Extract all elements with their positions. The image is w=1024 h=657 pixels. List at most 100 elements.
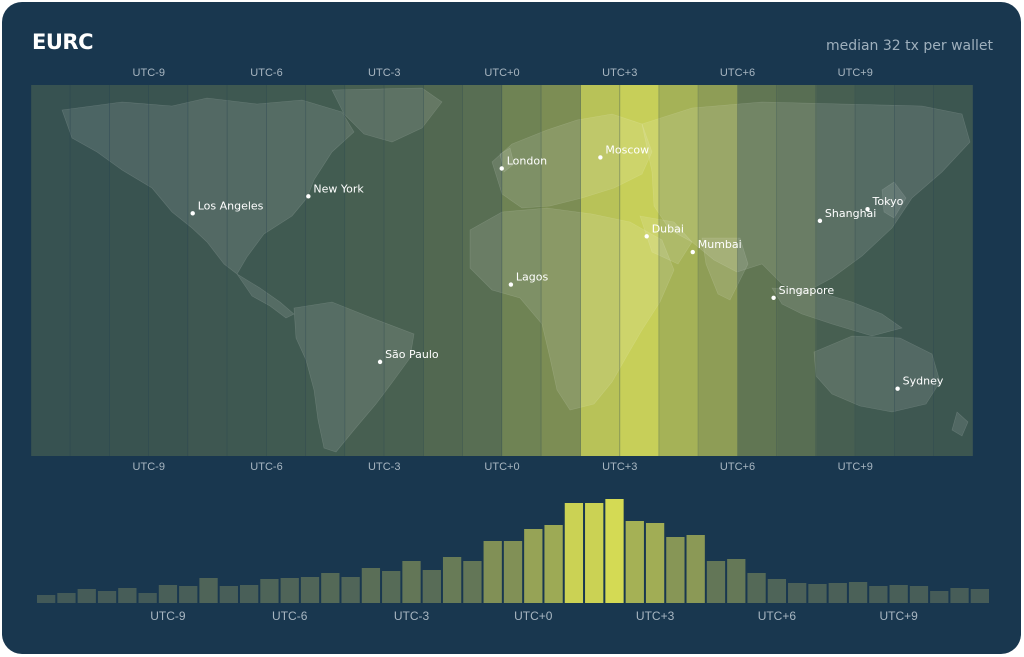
hour-bar <box>605 499 624 603</box>
city-label: Los Angeles <box>198 199 264 212</box>
city-label: Moscow <box>605 143 649 156</box>
hour-bar <box>909 586 929 603</box>
city-label: Tokyo <box>872 195 904 208</box>
hour-bar <box>341 577 360 603</box>
hour-bar <box>463 561 482 603</box>
hour-bar <box>483 541 502 603</box>
hour-bar <box>828 583 847 603</box>
hour-bar <box>767 579 787 603</box>
hour-bar <box>706 561 726 603</box>
hourly-bars <box>37 499 989 603</box>
hour-bar <box>77 589 96 603</box>
hour-bar <box>97 591 117 603</box>
map-bottom-tick-label: UTC-9 <box>133 461 165 473</box>
timezone-band <box>423 85 464 456</box>
bar-tick-label: UTC-3 <box>394 609 430 623</box>
hour-bar <box>950 588 969 603</box>
hour-bar <box>239 585 259 603</box>
map-top-tick-label: UTC+6 <box>720 67 755 79</box>
hour-bar <box>788 583 807 603</box>
map-top-tick-label: UTC-3 <box>368 67 400 79</box>
city-dot <box>865 207 870 212</box>
map-bottom-tick-label: UTC-6 <box>250 461 282 473</box>
hour-bar <box>727 559 746 603</box>
map-bottom-tick-label: UTC+0 <box>484 461 519 473</box>
hour-bar <box>585 503 604 603</box>
hour-bar <box>158 585 178 603</box>
hour-bar <box>544 525 563 603</box>
hour-bar <box>930 591 949 603</box>
city-label: London <box>507 154 547 167</box>
hour-bar <box>442 557 462 603</box>
bar-tick-label: UTC+3 <box>636 609 675 623</box>
hour-bar <box>280 578 299 603</box>
bar-tick-label: UTC+6 <box>758 609 797 623</box>
map-bottom-tick-label: UTC+3 <box>602 461 637 473</box>
bar-tick-label: UTC-6 <box>272 609 308 623</box>
hour-bar <box>118 588 137 603</box>
city-label: Dubai <box>652 222 684 235</box>
city-dot <box>644 234 649 239</box>
city-label: New York <box>313 182 364 195</box>
timezone-band <box>31 85 71 456</box>
city-dot <box>377 359 383 365</box>
city-dot <box>598 155 603 160</box>
bar-axis: UTC-9 UTC-6 UTC-3 UTC+0 UTC+3 UTC+6 UTC+9 <box>150 609 918 623</box>
map-top-tick-label: UTC-9 <box>133 67 165 79</box>
world-map: Los Angeles New York São Paulo London Lagos M… <box>31 85 973 456</box>
map-bottom-tick-label: UTC+6 <box>720 461 755 473</box>
bar-tick-label: UTC-9 <box>150 609 186 623</box>
hour-bar <box>37 595 56 603</box>
timezone-chart: UTC-9 UTC-6 UTC-3 UTC+0 UTC+3 UTC+6 UTC+9 <box>31 67 989 623</box>
hour-bar <box>970 589 989 603</box>
hour-bar <box>57 593 76 603</box>
city-label: São Paulo <box>385 348 439 361</box>
city-label: Sydney <box>903 375 944 388</box>
hour-bar <box>808 584 827 603</box>
hour-bar <box>300 577 320 603</box>
map-top-tick-label: UTC-6 <box>250 67 282 79</box>
map-bottom-axis: UTC-9 UTC-6 UTC-3 UTC+0 UTC+3 UTC+6 UTC+9 <box>133 461 873 473</box>
hour-bar <box>666 537 685 603</box>
hour-bar <box>402 561 421 603</box>
city-dot <box>508 282 514 287</box>
hour-bar <box>382 571 401 603</box>
hour-bar <box>625 521 644 603</box>
hour-bar <box>361 568 381 603</box>
hour-bar <box>848 582 868 603</box>
city-dot <box>895 386 900 391</box>
city-dot <box>690 249 695 255</box>
hour-bar <box>179 586 198 603</box>
map-top-tick-label: UTC+9 <box>838 67 873 79</box>
city-label: Lagos <box>516 271 549 284</box>
bar-tick-label: UTC+9 <box>879 609 918 623</box>
hour-bar <box>138 593 157 603</box>
city-dot <box>306 194 311 199</box>
chart-card: EURC median 32 tx per wallet UTC-9 UTC-6 U… <box>2 2 1021 654</box>
map-bottom-tick-label: UTC+9 <box>838 461 873 473</box>
hour-bar <box>645 523 665 603</box>
city-dot <box>190 211 195 216</box>
hour-bar <box>199 578 218 603</box>
hour-bar <box>321 573 340 603</box>
hour-bar <box>564 503 584 603</box>
bar-tick-label: UTC+0 <box>514 609 553 623</box>
map-top-tick-label: UTC+0 <box>484 67 519 79</box>
city-label: Singapore <box>779 284 835 297</box>
map-top-tick-label: UTC+3 <box>602 67 637 79</box>
city-dot <box>817 218 823 224</box>
hour-bar <box>686 535 705 603</box>
hour-bar <box>747 573 766 603</box>
city-dot <box>771 295 776 301</box>
city-dot <box>499 166 504 171</box>
hour-bar <box>422 570 441 603</box>
hour-bar <box>260 579 279 603</box>
hour-bar <box>869 586 888 603</box>
hour-bar <box>524 529 543 603</box>
hour-bar <box>889 585 908 603</box>
hour-bar <box>219 586 238 603</box>
city-label: Mumbai <box>698 238 742 251</box>
map-bottom-tick-label: UTC-3 <box>368 461 400 473</box>
map-top-axis: UTC-9 UTC-6 UTC-3 UTC+0 UTC+3 UTC+6 UTC+9 <box>133 67 873 79</box>
hour-bar <box>503 541 523 603</box>
